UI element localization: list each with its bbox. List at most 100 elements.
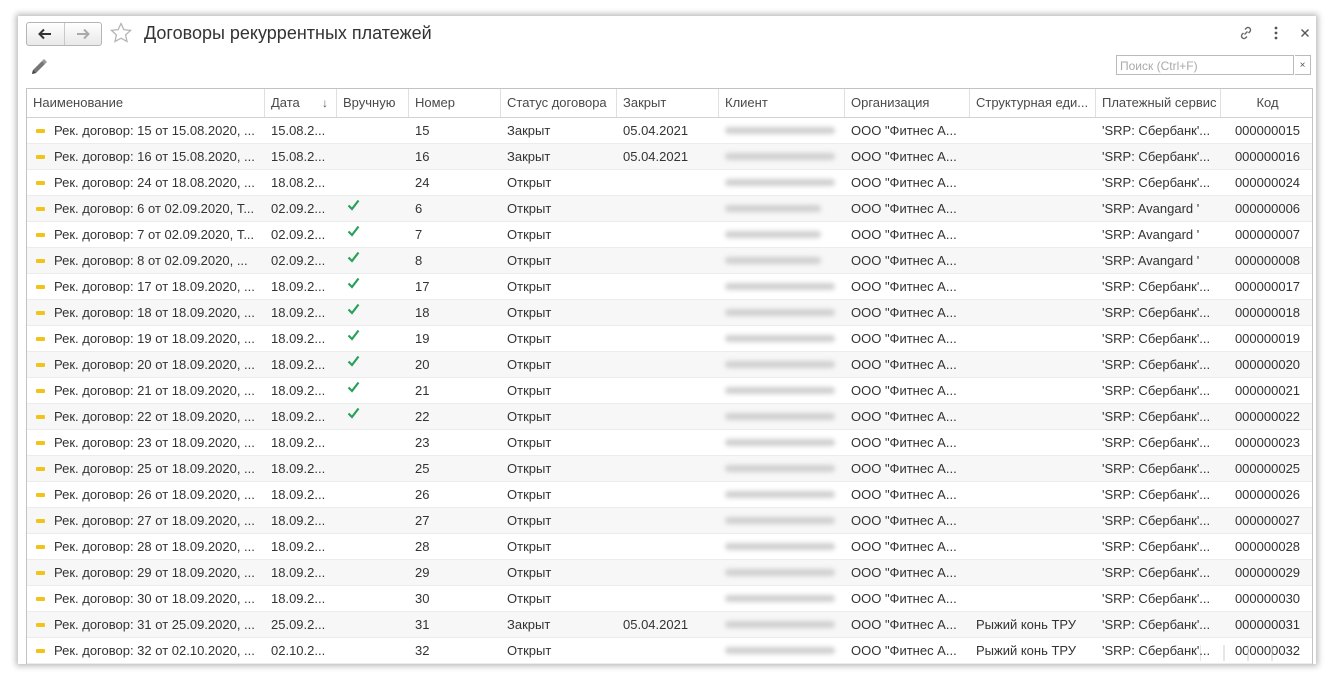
cell-number: 19 [415, 331, 430, 346]
table-row[interactable]: Рек. договор: 7 от 02.09.2020, Т... 02.09… [27, 222, 1312, 248]
table-row[interactable]: Рек. договор: 20 от 18.09.2020, ... 18.09… [27, 352, 1312, 378]
table-row[interactable]: Рек. договор: 30 от 18.09.2020, ... 18.09… [27, 586, 1312, 612]
table-row[interactable]: Рек. договор: 24 от 18.08.2020, ... 18.08… [27, 170, 1312, 196]
cell-unit [970, 560, 1096, 585]
cell-client [719, 300, 845, 325]
cell-manual [337, 248, 409, 273]
cell-status: Открыт [507, 227, 552, 242]
page-title: Договоры рекуррентных платежей [144, 23, 432, 43]
cell-service: 'SRP: Avangard ' [1102, 201, 1200, 216]
redacted-client-name [725, 517, 835, 524]
cell-name: Рек. договор: 17 от 18.09.2020, ... [54, 279, 255, 294]
cell-closed [617, 482, 719, 507]
cell-number: 18 [415, 305, 430, 320]
link-icon[interactable] [1238, 25, 1254, 41]
cell-manual [337, 456, 409, 481]
cell-service: 'SRP: Сбербанк'... [1102, 461, 1211, 476]
more-menu-icon[interactable] [1268, 25, 1284, 41]
cell-unit [970, 118, 1096, 143]
cell-client [719, 196, 845, 221]
column-header-closed[interactable]: Закрыт [617, 89, 719, 117]
cell-service: 'SRP: Сбербанк'... [1102, 357, 1211, 372]
column-header-date[interactable]: Дата ↓ [265, 89, 337, 117]
cell-name: Рек. договор: 29 от 18.09.2020, ... [54, 565, 255, 580]
table-row[interactable]: Рек. договор: 29 от 18.09.2020, ... 18.09… [27, 560, 1312, 586]
cell-status: Открыт [507, 357, 552, 372]
table-row[interactable]: Рек. договор: 26 от 18.09.2020, ... 18.09… [27, 482, 1312, 508]
table-row[interactable]: Рек. договор: 22 от 18.09.2020, ... 18.09… [27, 404, 1312, 430]
cell-date: 02.09.2... [271, 253, 326, 268]
table-row[interactable]: Рек. договор: 27 от 18.09.2020, ... 18.09… [27, 508, 1312, 534]
redacted-client-name [725, 621, 835, 628]
cell-date: 18.09.2... [271, 409, 326, 424]
cell-manual [337, 170, 409, 195]
close-icon[interactable] [1297, 25, 1313, 41]
cell-manual [337, 352, 409, 377]
table-row[interactable]: Рек. договор: 18 от 18.09.2020, ... 18.09… [27, 300, 1312, 326]
cell-status: Закрыт [507, 123, 551, 138]
search-clear-button[interactable]: × [1295, 55, 1311, 75]
cell-status: Открыт [507, 201, 552, 216]
cell-service: 'SRP: Сбербанк'... [1102, 435, 1211, 450]
cell-service: 'SRP: Сбербанк'... [1102, 149, 1211, 164]
table-row[interactable]: Рек. договор: 31 от 25.09.2020, ... 25.09… [27, 612, 1312, 638]
column-header-structural-unit[interactable]: Структурная еди... [970, 89, 1096, 117]
table-row[interactable]: Рек. договор: 23 от 18.09.2020, ... 18.09… [27, 430, 1312, 456]
edit-pencil-icon[interactable] [28, 56, 50, 78]
checkmark-icon [347, 251, 360, 263]
cell-status: Закрыт [507, 617, 551, 632]
cell-name: Рек. договор: 27 от 18.09.2020, ... [54, 513, 255, 528]
cell-date: 18.09.2... [271, 487, 326, 502]
cell-code: 000000029 [1234, 565, 1301, 580]
column-header-payment-service[interactable]: Платежный сервис [1096, 89, 1221, 117]
cell-unit [970, 170, 1096, 195]
table-row[interactable]: Рек. договор: 15 от 15.08.2020, ... 15.08… [27, 118, 1312, 144]
cell-status: Открыт [507, 383, 552, 398]
forward-button[interactable] [63, 23, 102, 45]
table-row[interactable]: Рек. договор: 32 от 02.10.2020, ... 02.10… [27, 638, 1312, 664]
table-row[interactable]: Рек. договор: 21 от 18.09.2020, ... 18.09… [27, 378, 1312, 404]
table-row[interactable]: Рек. договор: 17 от 18.09.2020, ... 18.09… [27, 274, 1312, 300]
cell-code: 000000023 [1234, 435, 1301, 450]
column-header-organization[interactable]: Организация [845, 89, 970, 117]
table-row[interactable]: Рек. договор: 8 от 02.09.2020, ... 02.09.… [27, 248, 1312, 274]
table-row[interactable]: Рек. договор: 16 от 15.08.2020, ... 15.08… [27, 144, 1312, 170]
cell-date: 02.09.2... [271, 227, 326, 242]
cell-unit [970, 482, 1096, 507]
cell-unit [970, 404, 1096, 429]
column-header-client[interactable]: Клиент [719, 89, 845, 117]
cell-manual [337, 378, 409, 403]
table-body: Рек. договор: 15 от 15.08.2020, ... 15.08… [27, 118, 1312, 664]
cell-client [719, 222, 845, 247]
column-header-code[interactable]: Код [1221, 89, 1312, 117]
row-item-icon [36, 129, 45, 133]
redacted-client-name [725, 543, 835, 550]
cell-closed [617, 274, 719, 299]
cell-org: ООО "Фитнес А... [851, 305, 957, 320]
table-row[interactable]: Рек. договор: 25 от 18.09.2020, ... 18.09… [27, 456, 1312, 482]
table-row[interactable]: Рек. договор: 28 от 18.09.2020, ... 18.09… [27, 534, 1312, 560]
favorite-star-icon[interactable] [109, 21, 133, 45]
column-header-manual[interactable]: Вручную [337, 89, 409, 117]
column-header-number[interactable]: Номер [409, 89, 501, 117]
cell-status: Открыт [507, 591, 552, 606]
cell-unit [970, 222, 1096, 247]
cell-number: 8 [415, 253, 423, 268]
cell-org: ООО "Фитнес А... [851, 383, 957, 398]
cell-unit: Рыжий конь ТРУ [976, 617, 1077, 632]
table-row[interactable]: Рек. договор: 19 от 18.09.2020, ... 18.09… [27, 326, 1312, 352]
cell-unit [970, 352, 1096, 377]
search-input[interactable]: Поиск (Ctrl+F) [1116, 55, 1294, 75]
cell-client [719, 352, 845, 377]
cell-code: 000000008 [1234, 253, 1301, 268]
back-button[interactable] [27, 23, 64, 45]
redacted-client-name [725, 153, 835, 160]
cell-code: 000000028 [1234, 539, 1301, 554]
column-header-status[interactable]: Статус договора [501, 89, 617, 117]
cell-name: Рек. договор: 21 от 18.09.2020, ... [54, 383, 255, 398]
column-header-name[interactable]: Наименование [27, 89, 265, 117]
cell-org: ООО "Фитнес А... [851, 149, 957, 164]
cell-unit [970, 430, 1096, 455]
table-row[interactable]: Рек. договор: 6 от 02.09.2020, Т... 02.09… [27, 196, 1312, 222]
cell-code: 000000030 [1234, 591, 1301, 606]
